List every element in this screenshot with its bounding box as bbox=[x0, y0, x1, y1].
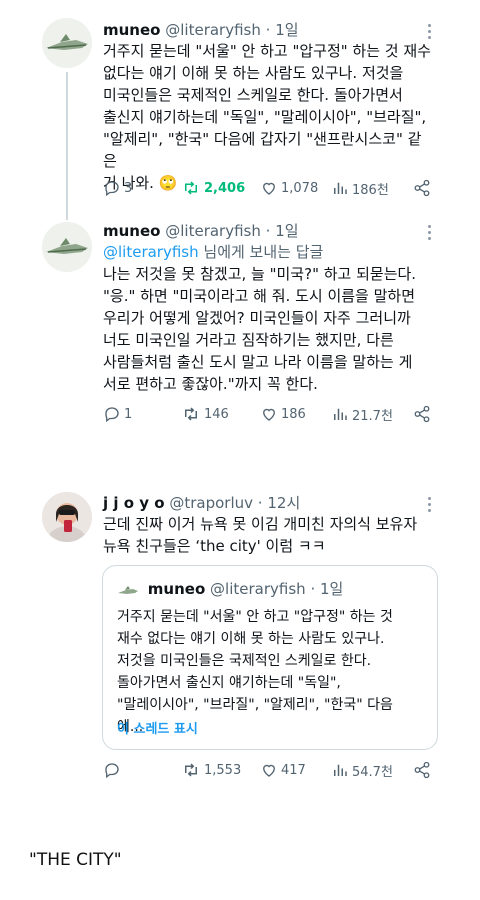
tweet-line: 거주지 묻는데 "서울" 안 하고 "압구정" 하는 것 재수 bbox=[103, 42, 431, 60]
tweet-line: 저것을 미국인들은 국제적인 스케일로 한다. bbox=[117, 653, 372, 669]
retweet-button[interactable]: 2,406 bbox=[181, 177, 245, 199]
tweet-line: "응." 하면 "미국이라고 해 줘. 도시 이름을 말하면 bbox=[103, 287, 416, 305]
tweet-text: @literaryfish 님에게 보내는 답글 나는 저것을 못 참겠고, 늘… bbox=[103, 241, 433, 395]
handle[interactable]: @literaryfish bbox=[165, 222, 261, 240]
tweet-line: 출신지 얘기하는데 "독일", "말레이시아", "브라질", bbox=[103, 108, 427, 126]
tweet-line: 우리가 어떻게 알겠어? 미국인들이 자주 그러니까 bbox=[103, 309, 411, 327]
like-button[interactable]: 417 bbox=[260, 759, 306, 781]
retweet-icon bbox=[185, 407, 197, 421]
reply-count: 3 bbox=[124, 180, 133, 196]
retweet-icon bbox=[185, 763, 197, 777]
action-bar: 1 146 186 21.7천 bbox=[103, 403, 433, 425]
display-name[interactable]: muneo bbox=[103, 222, 160, 240]
views-icon bbox=[334, 764, 347, 776]
retweet-button[interactable]: 146 bbox=[181, 403, 229, 425]
tweet-1[interactable]: muneo @literaryfish · 1일 거주지 묻는데 "서울" 안 … bbox=[0, 0, 480, 220]
avatar[interactable] bbox=[42, 222, 92, 272]
share-button[interactable] bbox=[413, 177, 431, 199]
quoted-tweet[interactable]: muneo @literaryfish · 1일 거주지 묻는데 "서울" 안 … bbox=[102, 565, 438, 750]
tweet-line: "알제리", "한국" 다음에 갑자기 "샌프란시스코" 같은 bbox=[103, 130, 422, 170]
views-button[interactable]: 54.7천 bbox=[331, 759, 393, 781]
tweet-line: 근데 진짜 이거 뉴욕 못 이김 개미친 자의식 보유자 bbox=[103, 515, 418, 533]
share-button[interactable] bbox=[413, 759, 431, 781]
views-count: 186천 bbox=[352, 182, 389, 198]
reply-mention-link[interactable]: @literaryfish bbox=[103, 243, 199, 261]
action-bar: 1,553 417 54.7천 bbox=[103, 759, 433, 781]
timestamp[interactable]: 1일 bbox=[275, 21, 298, 39]
share-icon bbox=[414, 761, 430, 779]
show-thread-link[interactable]: 이 스레드 표시 bbox=[117, 718, 198, 737]
views-button[interactable]: 21.7천 bbox=[331, 403, 393, 425]
tweet-line: 나는 저것을 못 참겠고, 늘 "미국?" 하고 되묻는다. bbox=[103, 265, 417, 283]
separator-dot: · bbox=[265, 21, 271, 39]
views-icon bbox=[334, 408, 347, 420]
timestamp[interactable]: 12시 bbox=[267, 494, 300, 512]
action-bar: 3 2,406 1,078 186천 bbox=[103, 177, 433, 199]
tweet-line: 뉴욕 친구들은 ‘the city' 이럼 ㅋㅋ bbox=[103, 537, 326, 555]
caption-text: "THE CITY" bbox=[29, 850, 122, 870]
timestamp[interactable]: 1일 bbox=[275, 222, 298, 240]
reply-suffix: 님에게 보내는 답글 bbox=[198, 243, 324, 261]
tweet-header: muneo @literaryfish · 1일 bbox=[103, 220, 299, 241]
retweet-count: 2,406 bbox=[204, 180, 246, 196]
reply-icon bbox=[105, 407, 119, 423]
display-name[interactable]: muneo bbox=[148, 580, 205, 598]
tweet-line: 너도 미국인일 거라고 짐작하기는 했지만, 다른 bbox=[103, 331, 394, 349]
like-count: 417 bbox=[281, 762, 306, 778]
like-icon bbox=[263, 408, 275, 421]
handle[interactable]: @literaryfish bbox=[210, 580, 306, 598]
tweet-line: 돌아가면서 출신지 얘기하는데 "독일", bbox=[117, 675, 341, 691]
reply-icon bbox=[105, 181, 119, 197]
like-icon bbox=[263, 182, 275, 195]
reply-button[interactable] bbox=[103, 759, 124, 781]
handle[interactable]: @literaryfish bbox=[165, 21, 261, 39]
display-name[interactable]: muneo bbox=[103, 21, 160, 39]
quoted-avatar bbox=[117, 583, 139, 597]
tweet-line: 사람들처럼 출신 도시 말고 나라 이름을 말하는 게 bbox=[103, 353, 413, 371]
views-button[interactable]: 186천 bbox=[331, 177, 389, 199]
tweet-line: 재수 없다는 얘기 이해 못 하는 사람도 있구나. bbox=[117, 631, 385, 647]
quoted-tweet-header: muneo @literaryfish · 1일 bbox=[117, 578, 343, 599]
tweet-header: muneo @literaryfish · 1일 bbox=[103, 19, 299, 40]
views-count: 21.7천 bbox=[352, 408, 393, 424]
separator-dot: · bbox=[265, 222, 271, 240]
tweet-line: 없다는 얘기 이해 못 하는 사람도 있구나. 저것을 bbox=[103, 64, 404, 82]
tweet-2[interactable]: muneo @literaryfish · 1일 @literaryfish 님… bbox=[0, 215, 480, 435]
share-icon bbox=[414, 179, 430, 197]
tweet-line: 서로 편하고 좋잖아."까지 꼭 한다. bbox=[103, 375, 318, 393]
like-icon bbox=[263, 764, 275, 777]
thread-line bbox=[66, 72, 68, 220]
like-count: 186 bbox=[281, 406, 306, 422]
reply-button[interactable]: 3 bbox=[103, 177, 132, 199]
like-button[interactable]: 1,078 bbox=[260, 177, 318, 199]
tweet-header: j j o y o @traporluv · 12시 bbox=[103, 492, 300, 513]
reply-count: 1 bbox=[124, 406, 133, 422]
avatar[interactable] bbox=[42, 18, 92, 68]
separator-dot: · bbox=[310, 580, 316, 598]
like-count: 1,078 bbox=[281, 180, 319, 196]
display-name[interactable]: j j o y o bbox=[103, 494, 165, 512]
tweet-line: 거주지 묻는데 "서울" 안 하고 "압구정" 하는 것 bbox=[117, 609, 393, 625]
retweet-count: 146 bbox=[204, 406, 229, 422]
separator-dot: · bbox=[257, 494, 263, 512]
replying-to: @literaryfish 님에게 보내는 답글 bbox=[103, 241, 433, 263]
share-button[interactable] bbox=[413, 403, 431, 425]
retweet-button[interactable]: 1,553 bbox=[181, 759, 241, 781]
retweet-count: 1,553 bbox=[204, 762, 242, 778]
share-icon bbox=[414, 405, 430, 423]
handle[interactable]: @traporluv bbox=[169, 494, 253, 512]
views-icon bbox=[334, 182, 347, 194]
reply-icon bbox=[105, 763, 119, 779]
tweet-line: 미국인들은 국제적인 스케일로 한다. 돌아가면서 bbox=[103, 86, 403, 104]
retweet-icon bbox=[185, 181, 197, 195]
tweet-text: 근데 진짜 이거 뉴욕 못 이김 개미친 자의식 보유자 뉴욕 친구들은 ‘th… bbox=[103, 513, 433, 557]
like-button[interactable]: 186 bbox=[260, 403, 306, 425]
views-count: 54.7천 bbox=[352, 764, 393, 780]
reply-button[interactable]: 1 bbox=[103, 403, 132, 425]
avatar[interactable] bbox=[42, 492, 92, 542]
timestamp[interactable]: 1일 bbox=[320, 580, 343, 598]
tweet-text: 거주지 묻는데 "서울" 안 하고 "압구정" 하는 것 재수 없다는 얘기 이… bbox=[103, 40, 433, 194]
